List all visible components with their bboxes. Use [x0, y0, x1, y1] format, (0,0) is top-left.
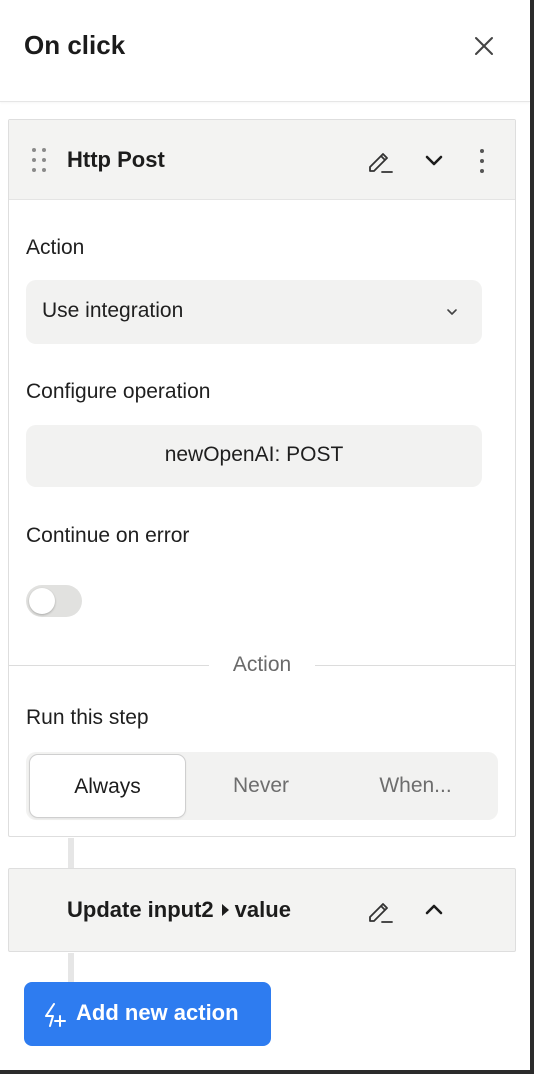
edit-step-button[interactable] [365, 145, 395, 175]
add-new-action-button[interactable]: Add new action [24, 982, 271, 1046]
chevron-up-icon [425, 904, 443, 915]
chevron-down-icon [447, 309, 457, 315]
configure-operation-label: Configure operation [26, 380, 211, 403]
action-label: Action [26, 236, 85, 259]
add-new-action-label: Add new action [76, 1000, 239, 1025]
step-title: Http Post [67, 147, 165, 172]
pencil-icon [369, 903, 393, 923]
operation-value: newOpenAI: POST [164, 443, 344, 466]
next-step-title: Update input2 value [67, 897, 291, 923]
update-input2-step-card[interactable]: Update input2 value [8, 868, 516, 952]
configure-operation-button[interactable]: newOpenAI: POST [26, 425, 482, 487]
more-options-button[interactable] [475, 147, 489, 175]
expand-next-step-button[interactable] [423, 899, 445, 921]
close-button[interactable] [470, 32, 498, 60]
window-frame-edge [530, 0, 534, 1074]
section-divider-label: Action [232, 653, 292, 676]
step-connector [68, 953, 74, 983]
run-option-always[interactable]: Always [29, 754, 186, 818]
next-step-title-property: value [234, 897, 291, 922]
action-select-value: Use integration [42, 299, 184, 322]
http-post-step-card: Http Post Action Use integration Configu… [8, 119, 516, 837]
edit-next-step-button[interactable] [365, 895, 395, 925]
chevron-down-icon [425, 155, 443, 166]
more-vertical-icon [480, 149, 484, 173]
window-frame-edge [0, 1070, 534, 1074]
collapse-step-button[interactable] [423, 150, 445, 172]
panel-header: On click [0, 0, 530, 102]
action-select[interactable]: Use integration [26, 280, 482, 344]
next-step-title-target: Update input2 [67, 897, 214, 922]
step-header[interactable]: Http Post [9, 120, 515, 200]
panel-title: On click [24, 30, 126, 60]
run-option-never[interactable]: Never [186, 754, 336, 818]
close-icon [475, 37, 493, 55]
continue-on-error-label: Continue on error [26, 524, 190, 547]
pencil-icon [369, 153, 393, 173]
add-action-icon [45, 1003, 66, 1027]
drag-handle-icon[interactable] [31, 147, 47, 173]
toggle-knob [29, 588, 55, 614]
run-option-when[interactable]: When... [338, 754, 493, 818]
run-this-step-label: Run this step [26, 706, 149, 729]
step-connector [68, 838, 74, 868]
continue-on-error-toggle[interactable] [26, 585, 82, 617]
on-click-panel: On click Http Post Action Use integratio… [0, 0, 530, 1070]
caret-right-icon [221, 904, 229, 917]
run-condition-segmented-control: Always Never When... [26, 752, 498, 820]
